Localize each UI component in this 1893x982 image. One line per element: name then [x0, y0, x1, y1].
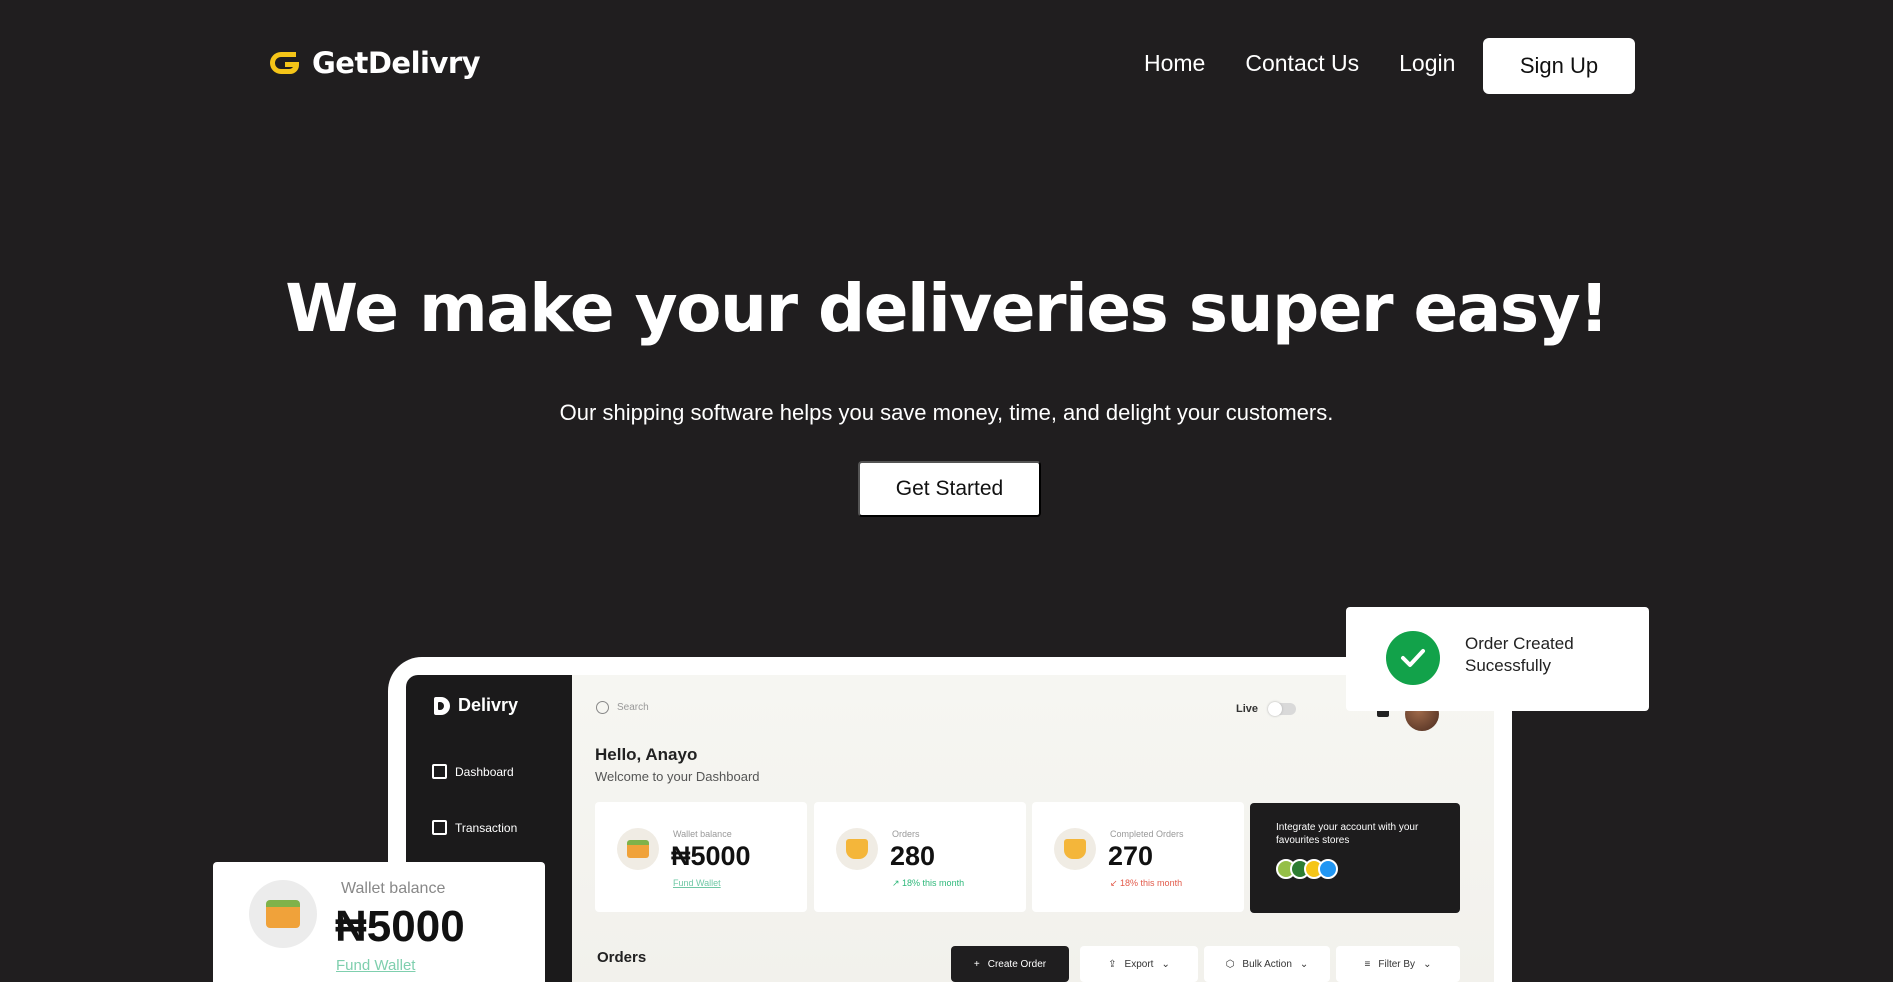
hero-subtitle: Our shipping software helps you save mon…: [559, 400, 1334, 425]
stat-label: Wallet balance: [673, 829, 732, 839]
dashboard-brand-name: Delivry: [458, 695, 519, 715]
wallet-balance-card: Wallet balance ₦5000 Fund Wallet: [213, 862, 545, 982]
main-nav: Home Contact Us Login: [1144, 50, 1495, 77]
dashboard-welcome: Welcome to your Dashboard: [595, 769, 760, 784]
store-icon: [1318, 859, 1338, 879]
nav-home-link[interactable]: Home: [1144, 50, 1205, 77]
search-icon: [596, 701, 609, 714]
box-icon: [846, 839, 868, 859]
signup-button[interactable]: Sign Up: [1483, 38, 1635, 94]
getdelivry-logo-icon: [270, 52, 299, 74]
chevron-down-icon: ⌄: [1299, 958, 1309, 970]
filter-icon: ≡: [1364, 958, 1371, 970]
hero-title: We make your deliveries super easy!: [285, 270, 1609, 347]
sidebar-item-label: Dashboard: [455, 764, 514, 779]
create-order-button: + Create Order: [951, 946, 1069, 982]
brand-name: GetDelivry: [312, 46, 481, 80]
create-order-label: Create Order: [987, 958, 1047, 970]
bulk-action-label: Bulk Action: [1242, 958, 1292, 970]
sidebar-item-label: Transaction: [455, 820, 518, 835]
fund-wallet-link: Fund Wallet: [336, 957, 416, 974]
export-label: Export: [1124, 958, 1154, 970]
delivry-logo-icon: [434, 696, 450, 715]
toggle-switch: [1268, 702, 1297, 716]
wallet-icon: [266, 900, 300, 928]
live-toggle: Live: [1236, 702, 1297, 716]
order-created-toast: Order Created Sucessfully: [1346, 607, 1649, 711]
toast-message: Order Created Sucessfully: [1465, 634, 1574, 675]
wallet-balance-label: Wallet balance: [341, 880, 446, 897]
transaction-icon: [432, 820, 447, 835]
export-button: ⇪ Export ⌄: [1080, 946, 1198, 982]
export-icon: ⇪: [1108, 958, 1117, 970]
plus-icon: +: [973, 958, 980, 970]
chevron-down-icon: ⌄: [1161, 958, 1170, 970]
check-icon: [1386, 631, 1440, 685]
wallet-balance-value: ₦5000: [335, 902, 465, 951]
filter-label: Filter By: [1378, 958, 1416, 970]
dashboard-grid-icon: [432, 764, 447, 779]
stat-value: ₦5000: [671, 841, 751, 871]
nav-contact-link[interactable]: Contact Us: [1245, 50, 1359, 77]
wallet-stat-card: Wallet balance ₦5000 Fund Wallet: [595, 802, 807, 912]
brand-logo[interactable]: GetDelivry: [268, 46, 481, 80]
orders-section-title: Orders: [597, 949, 647, 966]
filter-button: ≡ Filter By ⌄: [1336, 946, 1460, 982]
integrate-stores-card: Integrate your account with your favouri…: [1250, 803, 1460, 913]
wallet-icon: [627, 840, 649, 858]
stat-trend: ↙ 18% this month: [1110, 878, 1183, 888]
nav-login-link[interactable]: Login: [1399, 50, 1455, 77]
stat-value: 280: [890, 841, 936, 871]
integrate-text: Integrate your account with your favouri…: [1276, 822, 1419, 846]
stat-trend: ↗ 18% this month: [892, 878, 965, 888]
sidebar-item-dashboard: Dashboard: [432, 764, 514, 779]
sidebar-item-transaction: Transaction: [432, 820, 517, 835]
stat-value: 270: [1108, 841, 1154, 871]
cube-icon: ⬡: [1225, 958, 1235, 970]
fund-wallet-link: Fund Wallet: [673, 878, 721, 888]
dashboard-greeting: Hello, Anayo: [595, 745, 698, 764]
dashboard-brand: Delivry: [434, 695, 518, 716]
orders-stat-card: Orders 280 ↗ 18% this month: [814, 802, 1026, 912]
chevron-down-icon: ⌄: [1423, 958, 1432, 970]
box-icon: [1064, 839, 1086, 859]
search-placeholder: Search: [617, 702, 649, 713]
store-icons: [1276, 859, 1338, 879]
dashboard-search: Search: [596, 701, 649, 714]
dashboard-main: Search Live Hello, Anayo Welcome to your…: [572, 675, 1494, 982]
completed-orders-stat-card: Completed Orders 270 ↙ 18% this month: [1032, 802, 1244, 912]
stat-label: Completed Orders: [1110, 829, 1184, 839]
bulk-action-button: ⬡ Bulk Action ⌄: [1204, 946, 1330, 982]
stat-label: Orders: [892, 829, 920, 839]
live-label: Live: [1236, 703, 1259, 715]
get-started-button[interactable]: Get Started: [858, 461, 1041, 517]
